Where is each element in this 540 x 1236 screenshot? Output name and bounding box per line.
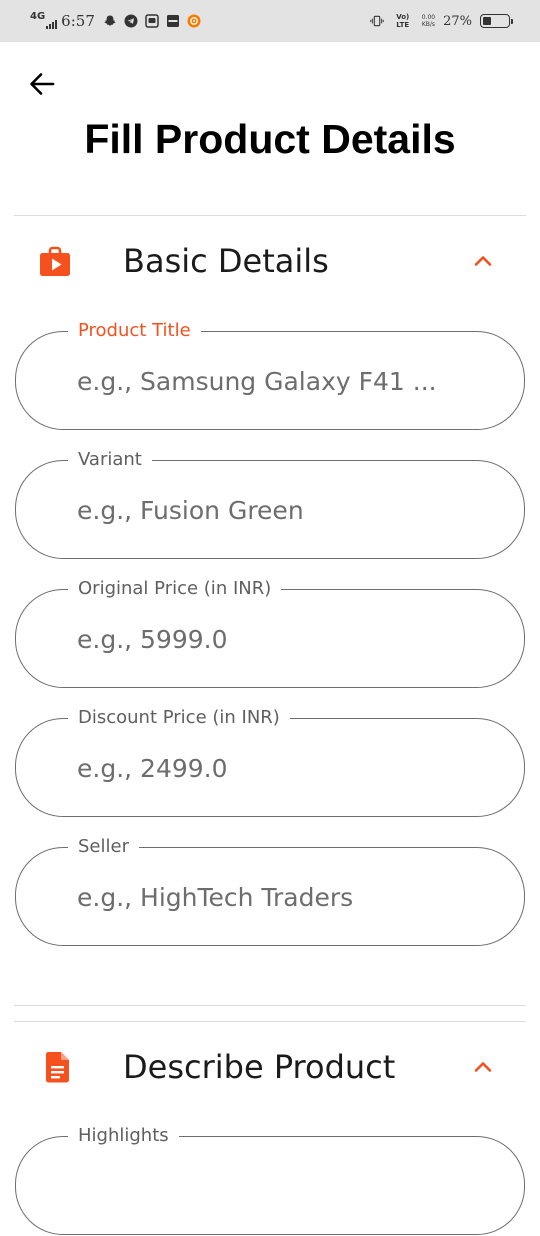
status-bar-right: Vo) LTE 0.00 KB/s 27% (370, 11, 513, 31)
messaging-icon (145, 14, 159, 28)
section-title: Describe Product (123, 1048, 396, 1086)
section-divider (14, 1021, 526, 1022)
back-button[interactable] (26, 68, 58, 100)
network-speed: 0.00 KB/s (422, 14, 435, 28)
app-notification-icon (187, 14, 201, 28)
highlights-input[interactable] (77, 1166, 497, 1206)
status-bar-left: 4G 6:57 (30, 11, 201, 31)
notification-icons (103, 14, 201, 28)
signal-icon (46, 19, 58, 29)
discount-price-field[interactable]: Discount Price (in INR) (15, 706, 525, 818)
original-price-input[interactable] (77, 619, 497, 659)
chevron-up-icon[interactable] (470, 248, 496, 274)
status-bar: 4G 6:57 Vo) LTE 0.00 KB/s 27% (0, 0, 540, 42)
field-label: Original Price (in INR) (68, 577, 282, 601)
field-label: Highlights (68, 1124, 179, 1148)
page-title: Fill Product Details (84, 116, 456, 162)
snapchat-icon (103, 14, 117, 28)
section-header-basic-details[interactable]: Basic Details (0, 230, 540, 290)
chevron-up-icon[interactable] (470, 1054, 496, 1080)
field-label: Variant (68, 448, 152, 472)
battery-icon (480, 14, 513, 28)
network-type: 4G (30, 11, 46, 22)
original-price-field[interactable]: Original Price (in INR) (15, 577, 525, 689)
field-label: Product Title (68, 319, 201, 343)
seller-field[interactable]: Seller (15, 835, 525, 947)
network-speed-value: 0.00 (421, 14, 436, 21)
product-title-field[interactable]: Product Title (15, 319, 525, 431)
field-label: Seller (68, 835, 139, 859)
field-label: Discount Price (in INR) (68, 706, 290, 730)
section-header-describe-product[interactable]: Describe Product (0, 1036, 540, 1096)
arrow-left-icon (30, 73, 55, 95)
section-divider (14, 1005, 526, 1006)
shopping-bag-play-icon (40, 246, 70, 276)
telegram-icon (124, 14, 138, 28)
document-icon (45, 1052, 69, 1083)
product-title-input[interactable] (77, 361, 497, 401)
highlights-field[interactable]: Highlights (15, 1124, 525, 1236)
battery-percent: 27% (443, 13, 472, 29)
section-divider (14, 215, 526, 216)
status-time: 6:57 (61, 12, 95, 30)
variant-field[interactable]: Variant (15, 448, 525, 560)
seller-input[interactable] (77, 877, 497, 917)
discount-price-input[interactable] (77, 748, 497, 788)
variant-input[interactable] (77, 490, 497, 530)
network-speed-unit: KB/s (421, 21, 436, 28)
battery-fill (483, 17, 491, 25)
section-title: Basic Details (123, 242, 329, 280)
media-icon (166, 14, 180, 28)
vibrate-icon (370, 14, 384, 28)
volte-indicator: Vo) LTE (396, 13, 410, 29)
